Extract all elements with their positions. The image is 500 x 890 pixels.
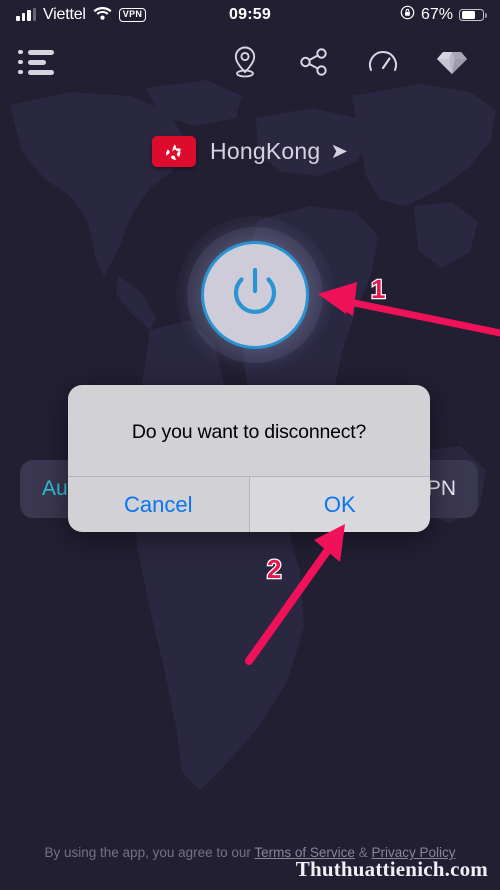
annotation-arrow-1 — [318, 282, 500, 337]
dialog-title: Do you want to disconnect? — [131, 421, 367, 443]
power-button-area — [176, 216, 334, 374]
cancel-button[interactable]: Cancel — [68, 477, 249, 532]
diamond-icon[interactable] — [432, 41, 472, 83]
power-toggle-button[interactable] — [201, 241, 309, 349]
selected-country-label: HongKong — [210, 138, 321, 164]
battery-percent: 67% — [420, 6, 453, 23]
vpn-app-screen: Viettel VPN 09:59 67% HongKong ➤ Auto VP… — [0, 0, 500, 890]
server-location-selector[interactable]: HongKong ➤ — [0, 136, 500, 167]
annotation-marker-2: 2 — [266, 553, 283, 586]
power-icon — [227, 264, 283, 327]
battery-icon — [459, 8, 487, 22]
location-pin-icon[interactable] — [225, 41, 265, 83]
list-menu-icon[interactable] — [18, 42, 58, 82]
disconnect-confirm-dialog: Do you want to disconnect? Cancel OK — [68, 385, 430, 532]
speedometer-icon[interactable] — [363, 41, 403, 83]
status-bar-right: 67% — [400, 5, 487, 25]
hongkong-flag-icon — [152, 136, 197, 167]
dialog-body: Do you want to disconnect? — [68, 385, 430, 476]
top-navigation-bar — [0, 34, 500, 90]
share-icon[interactable] — [294, 41, 334, 83]
footer-text-before: By using the app, you agree to our — [44, 845, 255, 861]
annotation-arrow-2 — [245, 524, 345, 665]
rotation-lock-icon — [400, 5, 415, 25]
dialog-actions: Cancel OK — [68, 476, 430, 532]
site-watermark: Thuthuattienich.com — [295, 857, 488, 881]
status-bar: Viettel VPN 09:59 67% — [0, 0, 500, 30]
chevron-right-icon: ➤ — [330, 140, 348, 163]
annotation-marker-1: 1 — [370, 273, 387, 306]
top-nav-actions — [225, 41, 472, 83]
ok-button[interactable]: OK — [248, 477, 430, 532]
